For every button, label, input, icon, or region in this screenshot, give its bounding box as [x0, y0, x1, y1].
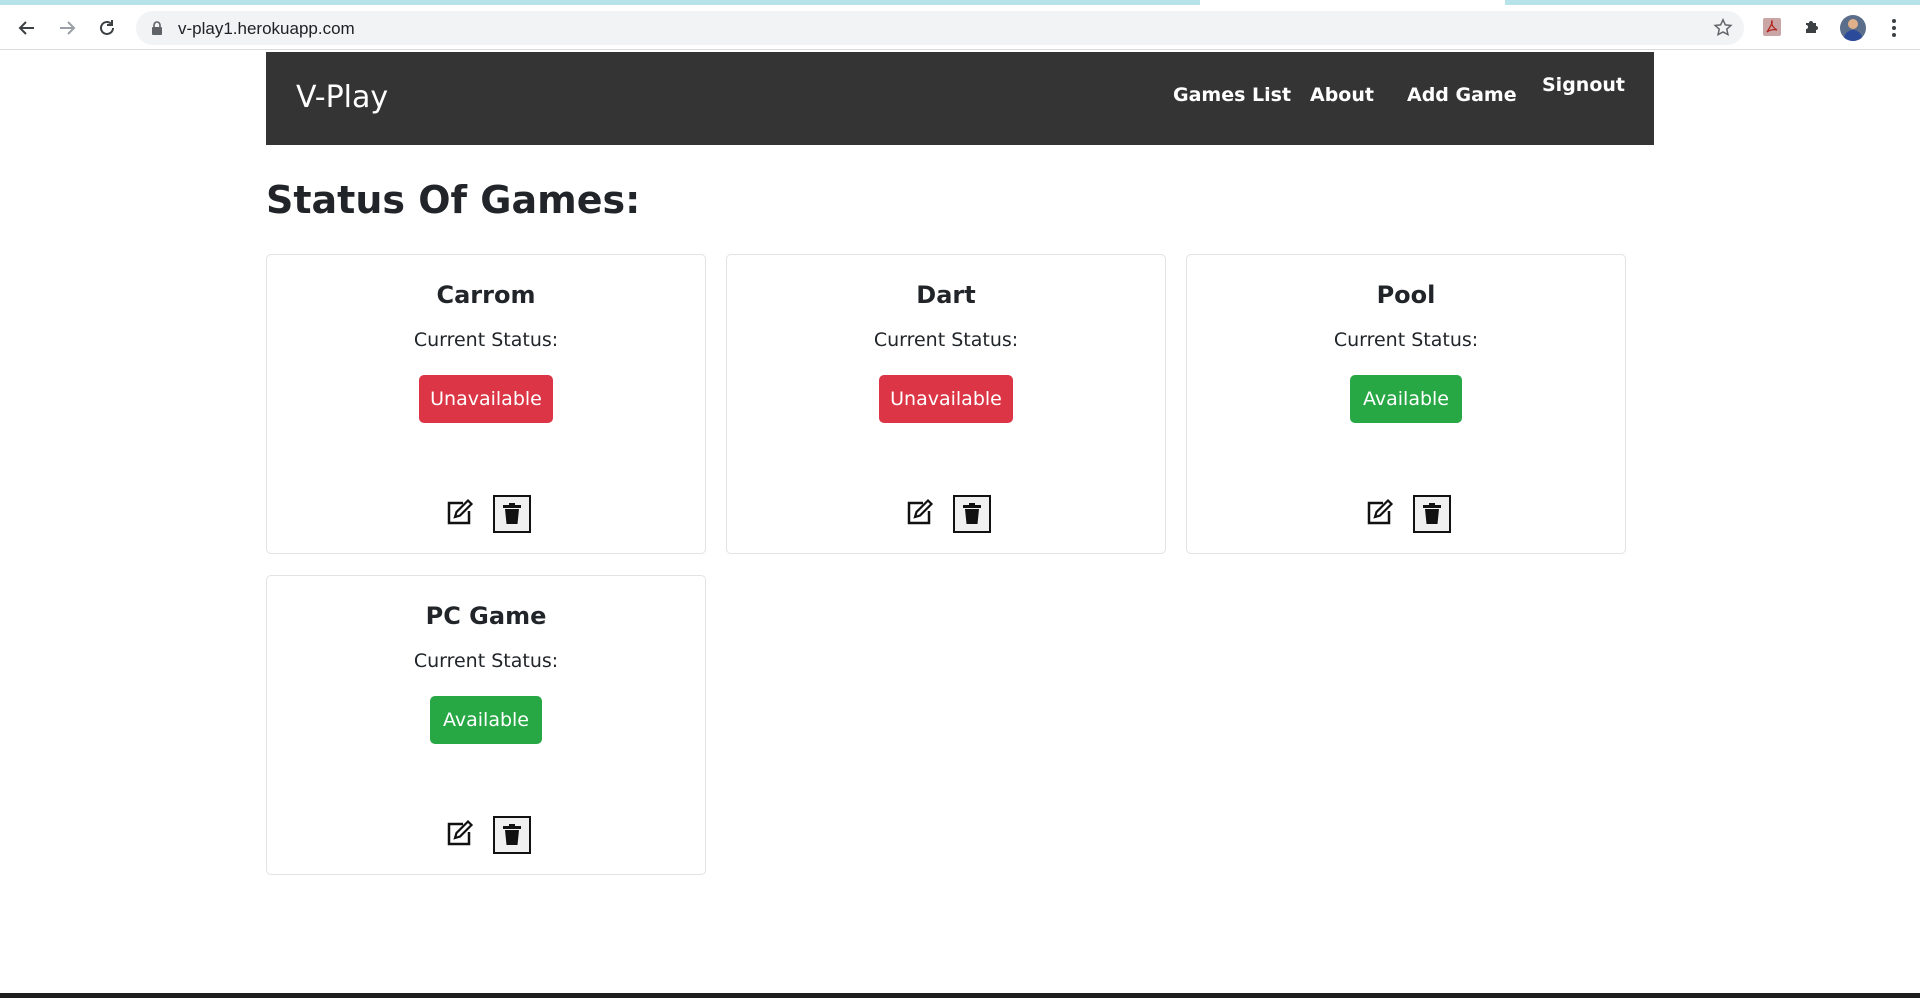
profile-avatar[interactable] — [1840, 15, 1866, 41]
forward-icon[interactable] — [52, 13, 82, 43]
extensions-puzzle-icon[interactable] — [1800, 15, 1824, 39]
edit-icon[interactable] — [1361, 495, 1397, 531]
status-label: Current Status: — [873, 329, 1019, 351]
game-name: Dart — [916, 281, 976, 309]
edit-icon[interactable] — [901, 495, 937, 531]
browser-menu-icon[interactable] — [1884, 17, 1904, 39]
lock-icon — [152, 21, 162, 35]
delete-trash-icon[interactable] — [493, 816, 531, 854]
page-title: Status Of Games: — [266, 178, 641, 222]
status-label: Current Status: — [1333, 329, 1479, 351]
nav-link-about[interactable]: About — [1310, 84, 1374, 106]
status-badge-available[interactable]: Available — [1350, 375, 1462, 423]
nav-link-games-list[interactable]: Games List — [1173, 84, 1291, 106]
nav-link-add-game[interactable]: Add Game — [1407, 84, 1517, 106]
browser-toolbar: v-play1.herokuapp.com — [0, 5, 1920, 50]
address-bar[interactable]: v-play1.herokuapp.com — [136, 11, 1744, 45]
game-card-pool: Pool Current Status: Available — [1186, 254, 1626, 554]
status-badge-available[interactable]: Available — [430, 696, 542, 744]
game-name: Pool — [1376, 281, 1436, 309]
reload-icon[interactable] — [92, 13, 122, 43]
game-name: PC Game — [425, 602, 547, 630]
status-label: Current Status: — [413, 650, 559, 672]
game-name: Carrom — [436, 281, 536, 309]
delete-trash-icon[interactable] — [1413, 495, 1451, 533]
edit-icon[interactable] — [441, 495, 477, 531]
delete-trash-icon[interactable] — [953, 495, 991, 533]
site-navbar: V-Play Games List About Add Game Signout — [266, 52, 1654, 145]
game-card-pc-game: PC Game Current Status: Available — [266, 575, 706, 875]
url-text[interactable]: v-play1.herokuapp.com — [178, 19, 355, 39]
delete-trash-icon[interactable] — [493, 495, 531, 533]
site-brand[interactable]: V-Play — [296, 80, 388, 115]
game-card-dart: Dart Current Status: Unavailable — [726, 254, 1166, 554]
back-icon[interactable] — [12, 13, 42, 43]
bookmark-star-icon[interactable] — [1712, 17, 1734, 39]
status-label: Current Status: — [413, 329, 559, 351]
status-badge-unavailable[interactable]: Unavailable — [879, 375, 1013, 423]
pdf-extension-icon[interactable] — [1760, 15, 1784, 39]
edit-icon[interactable] — [441, 816, 477, 852]
nav-link-signout[interactable]: Signout — [1542, 74, 1625, 96]
status-badge-unavailable[interactable]: Unavailable — [419, 375, 553, 423]
taskbar-edge — [0, 993, 1920, 998]
game-card-carrom: Carrom Current Status: Unavailable — [266, 254, 706, 554]
